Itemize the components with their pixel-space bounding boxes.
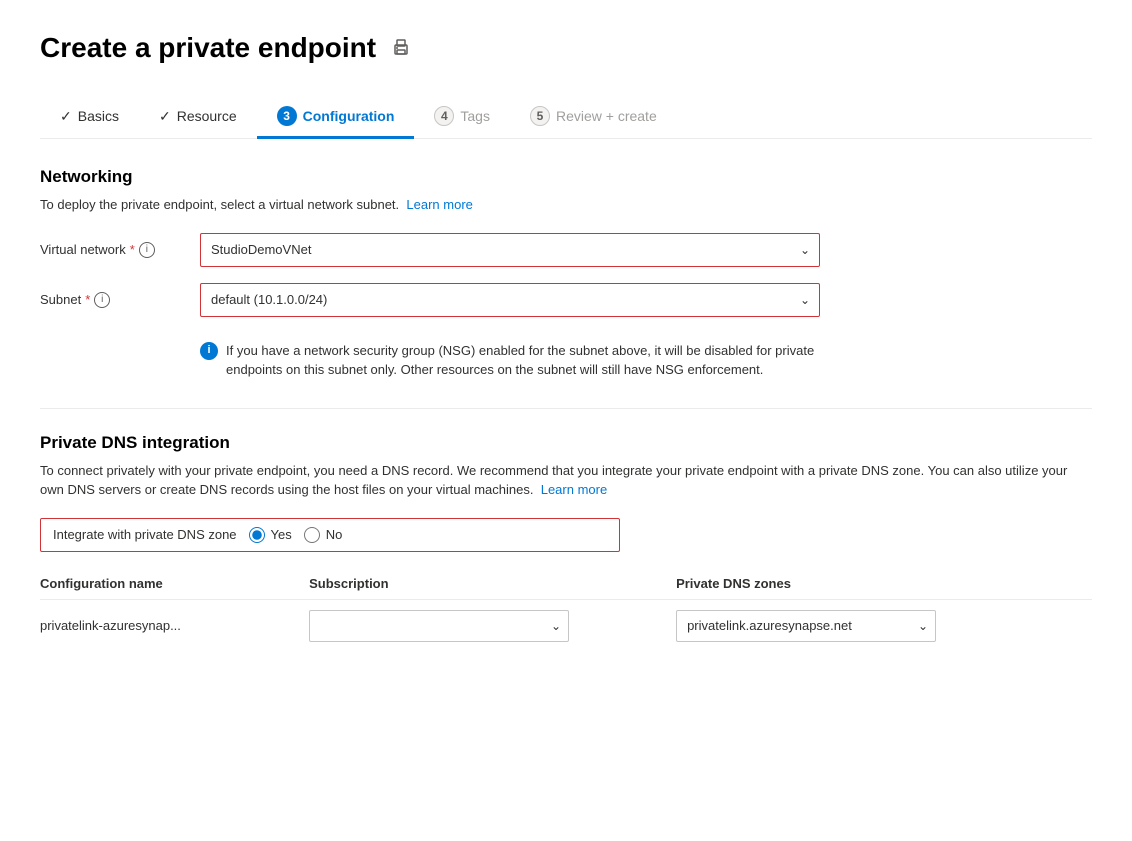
private-dns-section: Private DNS integration To connect priva…: [40, 433, 1092, 652]
tags-badge: 4: [434, 106, 454, 126]
col-header-dns-zones: Private DNS zones: [676, 568, 1092, 600]
dns-zone-dropdown[interactable]: privatelink.azuresynapse.net: [676, 610, 936, 642]
tab-tags-label: Tags: [460, 108, 490, 124]
tab-tags[interactable]: 4 Tags: [414, 96, 510, 139]
yes-radio-input[interactable]: [249, 527, 265, 543]
integrate-dns-label: Integrate with private DNS zone: [53, 527, 237, 542]
no-radio-input[interactable]: [304, 527, 320, 543]
dns-table-header-row: Configuration name Subscription Private …: [40, 568, 1092, 600]
basics-check-icon: ✓: [60, 108, 72, 125]
no-radio-text: No: [326, 527, 343, 542]
subnet-dropdown[interactable]: default (10.1.0.0/24): [200, 283, 820, 317]
nsg-info-circle-icon: i: [200, 342, 218, 360]
tab-review-label: Review + create: [556, 108, 657, 124]
networking-learn-more-link[interactable]: Learn more: [406, 197, 472, 212]
integrate-dns-row: Integrate with private DNS zone Yes No: [40, 518, 620, 552]
vnet-info-icon[interactable]: i: [139, 242, 155, 258]
tab-resource[interactable]: ✓ Resource: [139, 98, 257, 138]
subnet-required-star: *: [85, 292, 90, 307]
nsg-note: i If you have a network security group (…: [200, 341, 820, 380]
yes-radio-text: Yes: [271, 527, 292, 542]
networking-title: Networking: [40, 167, 1092, 187]
col-header-subscription: Subscription: [309, 568, 676, 600]
virtual-network-label: Virtual network * i: [40, 242, 180, 258]
networking-section: Networking To deploy the private endpoin…: [40, 167, 1092, 380]
private-dns-title: Private DNS integration: [40, 433, 1092, 453]
table-row: privatelink-azuresynap... ⌄ privatelink.…: [40, 599, 1092, 652]
virtual-network-dropdown-wrapper: StudioDemoVNet ⌄: [200, 233, 820, 267]
virtual-network-row: Virtual network * i StudioDemoVNet ⌄: [40, 233, 1092, 267]
tab-review[interactable]: 5 Review + create: [510, 96, 677, 139]
resource-check-icon: ✓: [159, 108, 171, 125]
vnet-required-star: *: [130, 242, 135, 257]
page-title: Create a private endpoint: [40, 32, 376, 64]
dns-table: Configuration name Subscription Private …: [40, 568, 1092, 652]
subnet-label: Subnet * i: [40, 292, 180, 308]
config-name-cell: privatelink-azuresynap...: [40, 599, 309, 652]
col-header-config: Configuration name: [40, 568, 309, 600]
dns-radio-group: Yes No: [249, 527, 343, 543]
private-dns-learn-more-link[interactable]: Learn more: [541, 482, 607, 497]
tab-configuration[interactable]: 3 Configuration: [257, 96, 415, 139]
tab-configuration-label: Configuration: [303, 108, 395, 124]
virtual-network-dropdown[interactable]: StudioDemoVNet: [200, 233, 820, 267]
private-dns-desc: To connect privately with your private e…: [40, 461, 1092, 500]
tab-resource-label: Resource: [177, 108, 237, 124]
subnet-row: Subnet * i default (10.1.0.0/24) ⌄ i If …: [40, 283, 1092, 380]
subscription-cell: ⌄: [309, 599, 676, 652]
dns-zone-cell: privatelink.azuresynapse.net ⌄: [676, 599, 1092, 652]
tab-basics[interactable]: ✓ Basics: [40, 98, 139, 138]
subscription-dropdown-wrapper: ⌄: [309, 610, 569, 642]
subscription-dropdown[interactable]: [309, 610, 569, 642]
tab-basics-label: Basics: [78, 108, 119, 124]
yes-radio-label[interactable]: Yes: [249, 527, 292, 543]
print-icon[interactable]: [390, 37, 412, 59]
configuration-badge: 3: [277, 106, 297, 126]
review-badge: 5: [530, 106, 550, 126]
no-radio-label[interactable]: No: [304, 527, 343, 543]
subnet-info-icon[interactable]: i: [94, 292, 110, 308]
section-divider: [40, 408, 1092, 409]
dns-zone-dropdown-wrapper: privatelink.azuresynapse.net ⌄: [676, 610, 936, 642]
networking-desc: To deploy the private endpoint, select a…: [40, 195, 1092, 215]
wizard-tabs: ✓ Basics ✓ Resource 3 Configuration 4 Ta…: [40, 96, 1092, 139]
page-title-container: Create a private endpoint: [40, 32, 1092, 64]
subnet-dropdown-wrapper: default (10.1.0.0/24) ⌄: [200, 283, 820, 317]
